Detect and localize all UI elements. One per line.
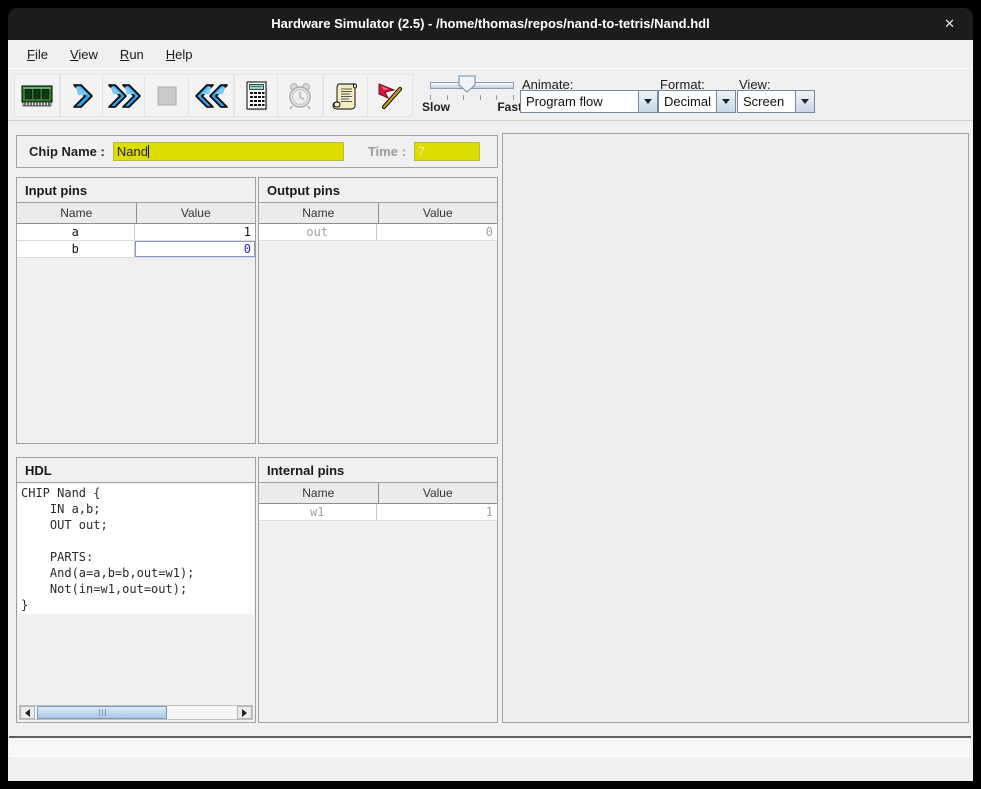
internal-pins-header: Name Value: [259, 483, 497, 504]
single-step-icon: [70, 82, 96, 110]
screen-display-panel: [502, 133, 969, 723]
window-body: File View Run Help: [8, 40, 973, 781]
pin-name: out: [259, 224, 377, 240]
time-field: 7: [414, 142, 480, 161]
code-line: CHIP Nand {: [21, 485, 254, 501]
rewind-icon: [193, 82, 229, 110]
slider-fast-label: Fast: [497, 100, 522, 114]
output-pins-header: Name Value: [259, 203, 497, 224]
input-pins-title: Input pins: [17, 178, 255, 203]
format-select[interactable]: Decimal: [658, 90, 736, 113]
load-script-button[interactable]: [323, 74, 369, 117]
chip-name-label: Chip Name :: [29, 144, 105, 159]
scroll-left-button[interactable]: [20, 706, 35, 719]
input-pins-header: Name Value: [17, 203, 255, 224]
chevron-down-icon: [801, 99, 809, 104]
text-caret: [148, 145, 149, 158]
pin-value-editing[interactable]: 0: [135, 241, 256, 257]
code-line: IN a,b;: [21, 501, 254, 517]
run-icon: [107, 82, 143, 110]
load-chip-button[interactable]: [14, 74, 60, 117]
hdl-title: HDL: [17, 458, 255, 483]
single-step-button[interactable]: [60, 74, 106, 117]
close-button[interactable]: ✕: [944, 8, 955, 40]
pin-value[interactable]: 1: [135, 224, 256, 240]
pin-value: 1: [377, 504, 498, 520]
table-row: b 0: [17, 241, 255, 258]
animate-select[interactable]: Program flow: [520, 90, 658, 113]
column-name: Name: [259, 203, 379, 223]
window-title: Hardware Simulator (2.5) - /home/thomas/…: [8, 8, 973, 40]
chip-name-bar: Chip Name : Nand Time : 7: [16, 135, 498, 168]
output-pins-title: Output pins: [259, 178, 497, 203]
code-line: [21, 533, 254, 549]
chevron-down-icon: [722, 99, 730, 104]
format-dropdown-button[interactable]: [716, 91, 735, 112]
reset-button[interactable]: [188, 74, 234, 117]
right-arrow-icon: [242, 709, 247, 717]
time-label: Time :: [368, 144, 406, 159]
speed-slider: Slow Fast: [420, 74, 524, 119]
menu-run[interactable]: Run: [111, 43, 153, 66]
internal-pins-panel: Internal pins Name Value w1 1: [258, 457, 498, 723]
menubar: File View Run Help: [8, 40, 973, 68]
calculator-icon: [243, 80, 271, 112]
code-line: PARTS:: [21, 549, 254, 565]
hdl-panel: HDL CHIP Nand { IN a,b; OUT out; PARTS: …: [16, 457, 256, 723]
column-value: Value: [379, 483, 498, 503]
menu-view[interactable]: View: [61, 43, 107, 66]
menu-file[interactable]: File: [18, 43, 57, 66]
view-dropdown-button[interactable]: [795, 91, 814, 112]
left-arrow-icon: [25, 709, 30, 717]
format-value: Decimal: [659, 91, 716, 112]
table-row: w1 1: [259, 504, 497, 521]
breakpoints-button[interactable]: [367, 74, 413, 117]
clock-button[interactable]: [277, 74, 323, 117]
column-value: Value: [379, 203, 498, 223]
chip-icon: [21, 83, 53, 109]
pin-name: w1: [259, 504, 377, 520]
slider-slow-label: Slow: [422, 100, 450, 114]
internal-pins-title: Internal pins: [259, 458, 497, 483]
hdl-code-view[interactable]: CHIP Nand { IN a,b; OUT out; PARTS: And(…: [18, 484, 254, 614]
scroll-right-button[interactable]: [237, 706, 252, 719]
animate-value: Program flow: [521, 91, 638, 112]
column-value: Value: [137, 203, 256, 223]
table-row: a 1: [17, 224, 255, 241]
hdl-horizontal-scrollbar[interactable]: [19, 705, 253, 720]
column-name: Name: [259, 483, 379, 503]
view-select[interactable]: Screen: [737, 90, 815, 113]
clock-icon: [285, 81, 315, 111]
pin-value: 0: [377, 224, 498, 240]
view-value: Screen: [738, 91, 795, 112]
code-line: }: [21, 597, 254, 613]
code-line: OUT out;: [21, 517, 254, 533]
chevron-down-icon: [644, 99, 652, 104]
animate-dropdown-button[interactable]: [638, 91, 657, 112]
pin-name: b: [17, 241, 135, 257]
scrollbar-thumb[interactable]: [37, 706, 167, 719]
code-line: Not(in=w1,out=out);: [21, 581, 254, 597]
stop-button[interactable]: [144, 74, 190, 117]
toolbar: Slow Fast Animate: Program flow Format: …: [8, 68, 973, 121]
flag-icon: [375, 81, 405, 111]
pin-name: a: [17, 224, 135, 240]
script-icon: [331, 81, 361, 111]
stop-icon: [156, 85, 178, 107]
code-line: And(a=a,b=b,out=w1);: [21, 565, 254, 581]
calculator-button[interactable]: [234, 74, 280, 117]
output-pins-panel: Output pins Name Value out 0: [258, 177, 498, 444]
table-row: out 0: [259, 224, 497, 241]
run-button[interactable]: [102, 74, 148, 117]
menu-help[interactable]: Help: [157, 43, 202, 66]
titlebar: Hardware Simulator (2.5) - /home/thomas/…: [8, 8, 973, 40]
chip-name-input[interactable]: Nand: [113, 142, 344, 161]
column-name: Name: [17, 203, 137, 223]
status-bar: [9, 736, 971, 757]
input-pins-panel: Input pins Name Value a 1 b 0: [16, 177, 256, 444]
